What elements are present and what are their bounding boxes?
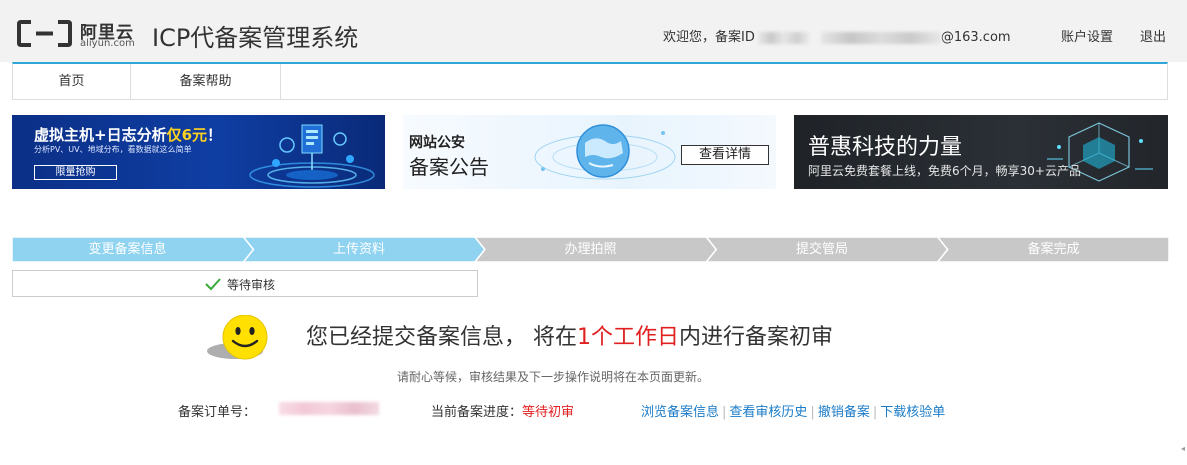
sub-message: 请耐心等候，审核结果及下一步操作说明将在本页面更新。 [397,370,710,384]
corner-marker: ◂ [1181,444,1186,453]
cancel-filing-link[interactable]: 撤销备案 [818,405,870,420]
checkmark-icon [205,278,221,291]
link-divider: | [722,405,727,420]
progress-steps: 变更备案信息 上传资料 办理拍照 提交管局 备案完成 [12,237,1169,262]
step-change-info: 变更备案信息 [88,242,167,257]
status-text: 等待审核 [227,278,276,292]
analytics-illustration-icon [249,124,375,188]
banner-subtitle: 阿里云免费套餐上线，免费6个月，畅享30+云产品 [808,164,1081,178]
limited-buy-button[interactable]: 限量抢购 [34,165,117,180]
nav-help[interactable]: 备案帮助 [131,64,281,100]
logout-link[interactable]: 退出 [1140,26,1166,45]
nav-home[interactable]: 首页 [13,64,131,100]
email-suffix: @163.com [940,30,1011,45]
header: 阿里云 aliyun.com ICP代备案管理系统 欢迎您，备案ID @163.c… [0,0,1187,62]
progress-label: 当前备案进度： [431,405,523,420]
download-verification-link[interactable]: 下载核验单 [880,405,945,420]
account-settings-link[interactable]: 账户设置 [1061,26,1113,45]
banner-police-filing[interactable]: 网站公安 备案公告 查看详情 [403,115,776,189]
globe-icon [534,124,676,180]
banner-subtitle: 分析PV、UV、地域分布，看数据就这么简单 [34,145,192,154]
logo-domain: aliyun.com [80,38,135,49]
redacted-order-number [279,402,379,415]
banner-virtual-host[interactable]: 虚拟主机+日志分析仅6元！ 分析PV、UV、地域分布，看数据就这么简单 限量抢购 [12,115,385,189]
step-submit-bureau: 提交管局 [795,242,848,257]
banner-inclusive-tech[interactable]: 普惠科技的力量 阿里云免费套餐上线，免费6个月，畅享30+云产品 [794,115,1168,189]
progress-status: 当前备案进度：等待初审 [431,401,574,420]
progress-value: 等待初审 [522,405,575,420]
banner-title: 虚拟主机+日志分析仅6元！ [34,124,222,145]
banner-title-line1: 网站公安 [409,135,465,151]
main-message-suffix: 内进行备案初审 [679,325,834,350]
banner-title: 普惠科技的力量 [808,135,963,160]
welcome-prefix: 欢迎您，备案ID [663,30,755,45]
status-box: 等待审核 [12,270,478,297]
main-nav: 首页 备案帮助 [12,62,1168,100]
aliyun-logo-icon [17,20,72,47]
main-message-highlight: 1个工作日 [577,325,679,350]
link-divider: | [810,405,815,420]
page-title: ICP代备案管理系统 [152,24,359,52]
banner-title-line2: 备案公告 [409,155,489,179]
step-photo: 办理拍照 [564,242,617,257]
step-complete: 备案完成 [1027,242,1080,257]
smiley-icon [207,315,268,360]
action-links: 浏览备案信息 | 查看审核历史 | 撤销备案 | 下载核验单 [641,401,945,420]
welcome-text: 欢迎您，备案ID @163.com [663,26,1011,45]
order-number-label: 备案订单号： [178,405,257,420]
redacted-email [820,31,941,44]
banner-title-suffix: ！ [207,126,223,144]
review-history-link[interactable]: 查看审核历史 [729,405,807,420]
banner-title-main: 虚拟主机+日志分析 [34,126,167,144]
redacted-id [757,31,810,44]
banner-title-highlight: 仅6元 [166,126,208,144]
link-divider: | [872,405,878,420]
main-message-prefix: 您已经提交备案信息， 将在 [306,325,577,350]
step-upload: 上传资料 [332,242,385,257]
browse-filing-link[interactable]: 浏览备案信息 [641,405,719,420]
main-message: 您已经提交备案信息， 将在1个工作日内进行备案初审 [306,319,833,351]
view-details-button[interactable]: 查看详情 [681,145,769,165]
